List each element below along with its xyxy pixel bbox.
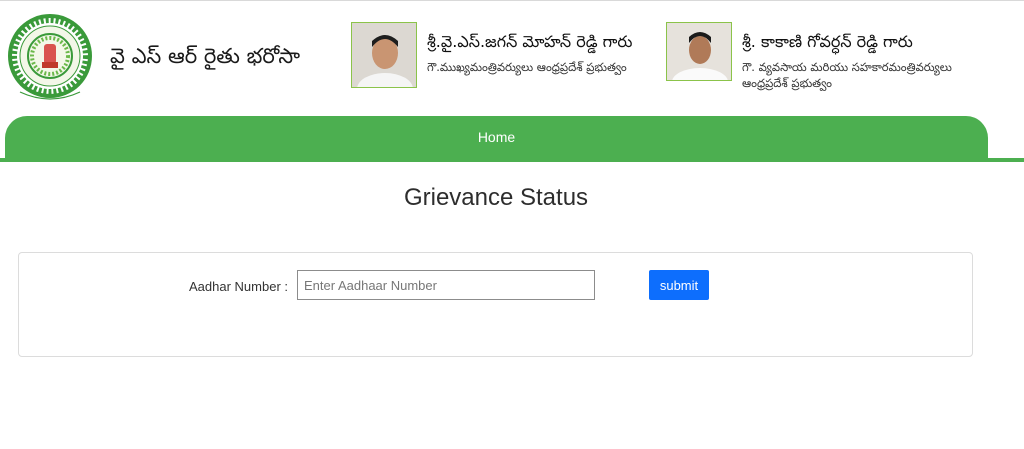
minister-designation-line-1: గౌ. వ్యవసాయ మరియు సహకారమంత్రివర్యులు: [742, 60, 952, 74]
aadhar-number-input[interactable]: [297, 270, 595, 300]
nav-home-link[interactable]: Home: [5, 116, 988, 160]
main-nav-bar: Home: [5, 116, 988, 160]
chief-minister-photo: [351, 22, 417, 88]
andhra-pradesh-emblem-icon: [6, 12, 94, 106]
submit-button[interactable]: submit: [649, 270, 709, 300]
minister-name: శ్రీ. కాకాణి గోవర్ధన్ రెడ్డి గారు: [742, 32, 913, 51]
chief-minister-designation: గౌ.ముఖ్యమంత్రివర్యులు ఆంధ్రప్రదేశ్ ప్రభు…: [427, 60, 627, 74]
site-header: వై ఎస్ ఆర్ రైతు భరోసా శ్రీ.వై.ఎస్.జగన్ మ…: [0, 0, 1024, 116]
chief-minister-name: శ్రీ.వై.ఎస్.జగన్ మోహన్ రెడ్డి గారు: [427, 32, 633, 51]
minister-designation: గౌ. వ్యవసాయ మరియు సహకారమంత్రివర్యులు ఆంధ…: [742, 59, 952, 91]
site-title: వై ఎస్ ఆర్ రైతు భరోసా: [110, 44, 301, 68]
minister-photo: [666, 22, 732, 81]
aadhar-number-label: Aadhar Number :: [189, 279, 288, 294]
minister-designation-line-2: ఆంధ్రప్రదేశ్ ప్రభుత్వం: [742, 76, 832, 90]
grievance-form-card: Aadhar Number : submit: [18, 252, 973, 357]
page-title: Grievance Status: [403, 184, 589, 211]
